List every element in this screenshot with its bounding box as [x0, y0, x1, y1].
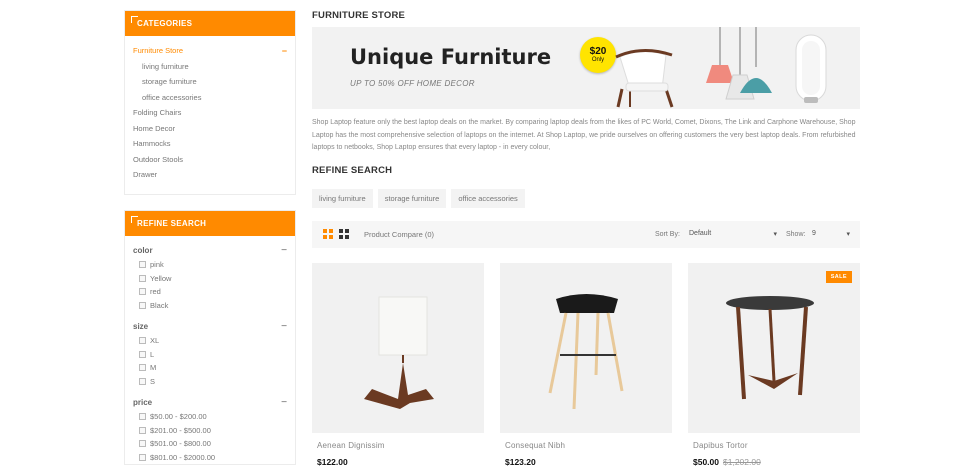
filter-option[interactable]: $501.00 - $800.00: [133, 437, 287, 451]
tag-living-furniture[interactable]: living furniture: [312, 189, 373, 208]
show-select[interactable]: 9 ▾: [812, 230, 850, 238]
checkbox[interactable]: [139, 364, 146, 372]
tag-storage-furniture[interactable]: storage furniture: [377, 189, 447, 208]
filter-size: size − XL L M S: [125, 318, 295, 388]
product-compare-link[interactable]: Product Compare (0): [364, 230, 434, 239]
table-illustration: [726, 296, 814, 400]
checkbox[interactable]: [139, 274, 146, 282]
filter-option[interactable]: red: [133, 285, 287, 299]
promo-banner[interactable]: Unique Furniture UP TO 50% OFF HOME DECO…: [312, 27, 860, 109]
filter-price: price − $50.00 - $200.00 $201.00 - $500.…: [125, 394, 295, 464]
categories-title: CATEGORIES: [137, 19, 193, 28]
product-name[interactable]: Dapibus Tortor: [688, 441, 860, 450]
sort-select[interactable]: Default ▾: [689, 230, 777, 238]
product-image[interactable]: [312, 263, 484, 433]
lamp-illustration: [364, 296, 434, 409]
checkbox[interactable]: [139, 288, 146, 296]
product-name[interactable]: Aenean Dignissim: [312, 441, 484, 450]
filter-color-header[interactable]: color −: [133, 242, 287, 258]
filter-option[interactable]: M: [133, 361, 287, 375]
product-grid: Aenean Dignissim $122.00 Consequat Nibh …: [312, 263, 860, 471]
filter-option[interactable]: $801.00 - $2000.00: [133, 451, 287, 465]
refine-search-box: REFINE SEARCH color − pink Yellow red Bl…: [124, 210, 296, 465]
category-office-accessories[interactable]: office accessories: [133, 90, 287, 106]
sort-label: Sort By:: [655, 231, 680, 238]
collapse-icon[interactable]: −: [282, 46, 287, 56]
grid-view-icon[interactable]: [323, 229, 333, 239]
category-home-decor[interactable]: Home Decor: [133, 121, 287, 137]
filter-option[interactable]: L: [133, 348, 287, 362]
collapse-icon[interactable]: −: [281, 245, 287, 256]
product-image[interactable]: [500, 263, 672, 433]
checkbox[interactable]: [139, 261, 146, 269]
chevron-down-icon: ▾: [773, 231, 777, 238]
page-title: FURNITURE STORE: [312, 10, 406, 21]
product-price: $122.00: [317, 457, 348, 467]
tag-office-accessories[interactable]: office accessories: [451, 189, 525, 208]
filter-color: color − pink Yellow red Black: [125, 242, 295, 312]
banner-furniture-illustration: [615, 27, 827, 108]
category-folding-chairs[interactable]: Folding Chairs: [133, 105, 287, 121]
refine-search-heading: REFINE SEARCH: [312, 165, 393, 176]
product-old-price: $1,202.00: [723, 457, 761, 467]
filter-option[interactable]: Black: [133, 299, 287, 313]
checkbox[interactable]: [139, 413, 146, 421]
refine-tags: living furniture storage furniture offic…: [312, 189, 525, 208]
category-furniture-store[interactable]: Furniture Store −: [133, 43, 287, 59]
checkbox[interactable]: [139, 377, 146, 385]
category-hammocks[interactable]: Hammocks: [133, 136, 287, 152]
checkbox[interactable]: [139, 426, 146, 434]
filter-price-header[interactable]: price −: [133, 394, 287, 410]
banner-subheading: UP TO 50% OFF HOME DECOR: [350, 79, 475, 88]
filter-option[interactable]: $201.00 - $500.00: [133, 424, 287, 438]
category-storage-furniture[interactable]: storage furniture: [133, 74, 287, 90]
show-label: Show:: [786, 231, 806, 238]
refine-search-header: REFINE SEARCH: [125, 211, 295, 236]
sale-badge: SALE: [825, 271, 852, 283]
categories-header: CATEGORIES: [125, 11, 295, 36]
product-card[interactable]: Consequat Nibh $123.20: [500, 263, 672, 467]
category-list: Furniture Store − living furniture stora…: [125, 36, 295, 194]
category-drawer[interactable]: Drawer: [133, 167, 287, 183]
categories-box: CATEGORIES Furniture Store − living furn…: [124, 10, 296, 195]
filter-option[interactable]: S: [133, 375, 287, 389]
category-description: Shop Laptop feature only the best laptop…: [312, 119, 856, 151]
filter-option[interactable]: XL: [133, 334, 287, 348]
category-living-furniture[interactable]: living furniture: [133, 59, 287, 75]
product-name[interactable]: Consequat Nibh: [500, 441, 672, 450]
product-price: $123.20: [505, 457, 536, 467]
category-outdoor-stools[interactable]: Outdoor Stools: [133, 152, 287, 168]
filter-option[interactable]: Yellow: [133, 272, 287, 286]
product-card[interactable]: Aenean Dignissim $122.00: [312, 263, 484, 467]
stool-illustration: [548, 294, 624, 410]
checkbox[interactable]: [139, 350, 146, 358]
sidebar: CATEGORIES Furniture Store − living furn…: [124, 10, 296, 465]
banner-heading: Unique Furniture: [350, 45, 552, 69]
list-view-icon[interactable]: [339, 229, 349, 239]
product-image[interactable]: SALE: [688, 263, 860, 433]
refine-search-title: REFINE SEARCH: [137, 219, 207, 228]
filter-option[interactable]: pink: [133, 258, 287, 272]
collapse-icon[interactable]: −: [281, 397, 287, 408]
chevron-down-icon: ▾: [846, 231, 850, 238]
product-toolbar: Product Compare (0) Sort By: Default ▾ S…: [312, 221, 860, 248]
product-price: $50.00 $1,202.00: [693, 457, 761, 467]
filter-size-header[interactable]: size −: [133, 318, 287, 334]
product-card[interactable]: SALE Dapibus Tortor $50.00 $1,202.00: [688, 263, 860, 467]
checkbox[interactable]: [139, 337, 146, 345]
checkbox[interactable]: [139, 301, 146, 309]
collapse-icon[interactable]: −: [281, 321, 287, 332]
filter-option[interactable]: $50.00 - $200.00: [133, 410, 287, 424]
checkbox[interactable]: [139, 453, 146, 461]
checkbox[interactable]: [139, 440, 146, 448]
